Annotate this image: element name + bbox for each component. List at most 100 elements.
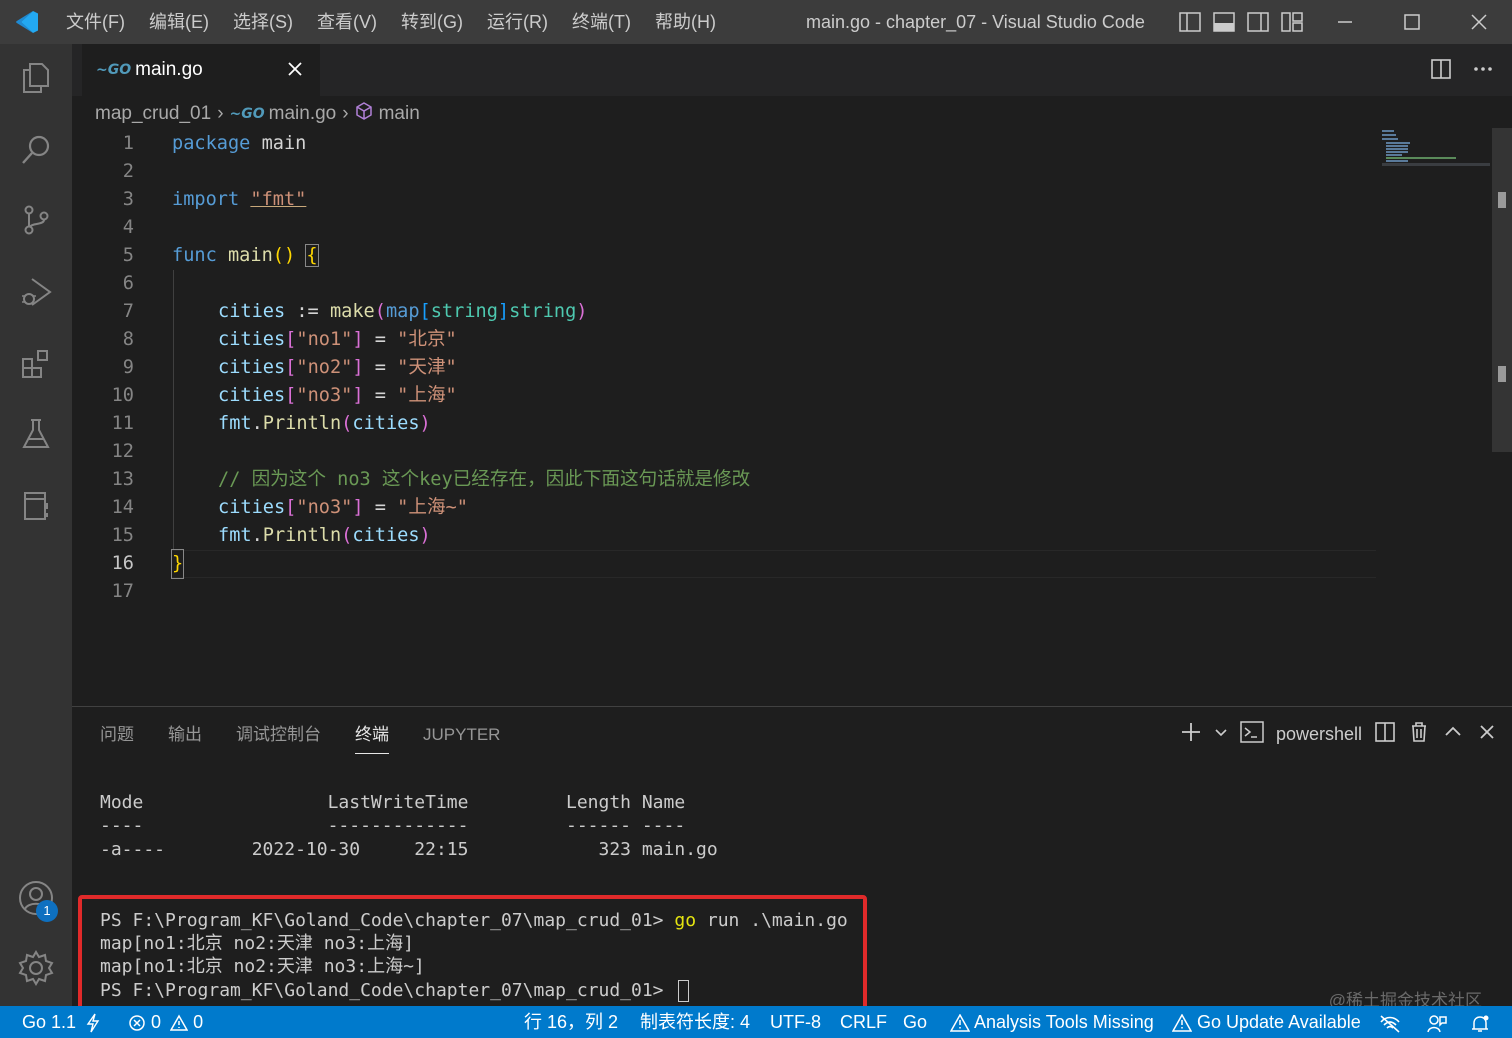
- go-version-status[interactable]: Go 1.1: [22, 1006, 76, 1038]
- breadcrumb-folder[interactable]: map_crud_01: [95, 103, 211, 125]
- code-token: fmt: [218, 413, 252, 434]
- menu-terminal[interactable]: 终端(T): [560, 0, 643, 44]
- warning-icon: [949, 1013, 971, 1032]
- no-broadcast-icon[interactable]: [1378, 1012, 1402, 1038]
- breadcrumb-file[interactable]: main.go: [269, 103, 337, 125]
- notifications-bell-icon[interactable]: [1470, 1012, 1490, 1038]
- tab-output[interactable]: 输出: [168, 723, 202, 754]
- line-number: 5: [122, 245, 134, 266]
- close-window-icon[interactable]: [1445, 0, 1512, 44]
- go-update-label: Go Update Available: [1197, 1012, 1361, 1032]
- remote-explorer-icon[interactable]: [16, 486, 56, 526]
- analysis-tools-status[interactable]: Analysis Tools Missing: [949, 1006, 1154, 1038]
- code-token: "fmt": [250, 189, 307, 210]
- terminal-line: -a---- 2022-10-30 22:15 323 main.go: [100, 839, 718, 860]
- code-line: 17: [72, 578, 1382, 606]
- tab-jupyter[interactable]: JUPYTER: [423, 723, 500, 754]
- close-tab-icon[interactable]: [284, 58, 306, 80]
- code-token: ]: [352, 357, 364, 378]
- breadcrumb-symbol[interactable]: main: [379, 103, 420, 125]
- warnings-count: 0: [193, 1012, 204, 1032]
- toggle-secondary-sidebar-icon[interactable]: [1246, 10, 1270, 34]
- menu-view[interactable]: 查看(V): [305, 0, 389, 44]
- code-line: 12: [72, 438, 1382, 466]
- testing-icon[interactable]: [16, 414, 56, 454]
- lightning-icon[interactable]: [86, 1006, 100, 1038]
- go-file-icon: ~GO: [229, 106, 265, 122]
- line-number: 7: [122, 301, 134, 322]
- code-token: (: [341, 525, 353, 546]
- menu-bar: 文件(F) 编辑(E) 选择(S) 查看(V) 转到(G) 运行(R) 终端(T…: [54, 0, 728, 44]
- source-control-icon[interactable]: [16, 200, 56, 240]
- search-icon[interactable]: [16, 130, 56, 170]
- symbol-cube-icon: [355, 102, 373, 126]
- errors-status[interactable]: 0 0: [128, 1006, 203, 1038]
- menu-file[interactable]: 文件(F): [54, 0, 137, 44]
- code-line: 4: [72, 214, 1382, 242]
- code-editor[interactable]: 1 package main 2 3 import "fmt" 4 5 func ma…: [72, 128, 1512, 706]
- language-status[interactable]: Go: [903, 1006, 927, 1038]
- close-panel-icon[interactable]: [1476, 721, 1498, 748]
- code-line: 9 cities["no2"] = "天津": [72, 354, 1382, 382]
- split-terminal-icon[interactable]: [1374, 721, 1396, 748]
- line-number: 1: [122, 133, 134, 154]
- code-token: package: [172, 133, 251, 154]
- code-token: "北京": [397, 329, 457, 350]
- tab-debug-console[interactable]: 调试控制台: [236, 723, 321, 754]
- cursor-position-status[interactable]: 行 16，列 2: [524, 1006, 618, 1038]
- errors-count: 0: [151, 1012, 162, 1032]
- code-token: "no3": [296, 497, 353, 518]
- menu-selection[interactable]: 选择(S): [221, 0, 305, 44]
- menu-edit[interactable]: 编辑(E): [137, 0, 221, 44]
- run-debug-icon[interactable]: [16, 272, 56, 312]
- code-token: ): [419, 413, 431, 434]
- warning-icon: [169, 1014, 189, 1031]
- code-token: fmt: [218, 525, 252, 546]
- code-token: "no2": [296, 357, 353, 378]
- feedback-icon[interactable]: [1426, 1012, 1448, 1038]
- minimize-icon[interactable]: [1311, 0, 1378, 44]
- code-token: .: [251, 525, 263, 546]
- code-token: "天津": [397, 357, 457, 378]
- explorer-icon[interactable]: [16, 58, 56, 98]
- encoding-status[interactable]: UTF-8: [770, 1006, 821, 1038]
- code-line: 14 cities["no3"] = "上海~": [72, 494, 1382, 522]
- maximize-panel-icon[interactable]: [1442, 721, 1464, 748]
- new-terminal-icon[interactable]: [1180, 721, 1202, 748]
- toggle-panel-icon[interactable]: [1212, 10, 1236, 34]
- chevron-right-icon: ›: [342, 103, 349, 124]
- tab-problems[interactable]: 问题: [100, 723, 134, 754]
- maximize-icon[interactable]: [1378, 0, 1445, 44]
- menu-help[interactable]: 帮助(H): [643, 0, 728, 44]
- breadcrumb: map_crud_01 › ~GO main.go › main: [95, 100, 420, 128]
- code-token: cities: [352, 413, 420, 434]
- more-actions-icon[interactable]: [1472, 58, 1494, 85]
- eol-status[interactable]: CRLF: [840, 1006, 887, 1038]
- line-number: 14: [111, 497, 134, 518]
- overview-ruler-mark: [1498, 366, 1506, 382]
- panel-tabs: 问题 输出 调试控制台 终端 JUPYTER: [100, 723, 500, 754]
- manage-gear-icon[interactable]: [16, 948, 56, 988]
- code-token: {: [305, 244, 319, 267]
- terminal-name[interactable]: powershell: [1276, 724, 1362, 745]
- tab-terminal[interactable]: 终端: [355, 723, 389, 754]
- customize-layout-icon[interactable]: [1280, 10, 1304, 34]
- menu-run[interactable]: 运行(R): [475, 0, 560, 44]
- tab-main-go[interactable]: ~GO main.go: [82, 44, 320, 96]
- code-token: Println: [262, 413, 342, 434]
- split-editor-icon[interactable]: [1430, 58, 1452, 85]
- trash-icon[interactable]: [1408, 721, 1430, 748]
- toggle-sidebar-icon[interactable]: [1178, 10, 1202, 34]
- extensions-icon[interactable]: [16, 344, 56, 384]
- code-line: 15 fmt.Println(cities): [72, 522, 1382, 550]
- minimap[interactable]: [1382, 128, 1490, 168]
- menu-go[interactable]: 转到(G): [389, 0, 475, 44]
- code-token: ): [576, 301, 588, 322]
- chevron-down-icon[interactable]: [1214, 725, 1228, 744]
- go-update-status[interactable]: Go Update Available: [1171, 1006, 1361, 1038]
- vertical-scrollbar[interactable]: [1492, 128, 1512, 452]
- activity-bar: 1: [0, 44, 72, 1006]
- code-line: 2: [72, 158, 1382, 186]
- tab-size-status[interactable]: 制表符长度: 4: [640, 1006, 750, 1038]
